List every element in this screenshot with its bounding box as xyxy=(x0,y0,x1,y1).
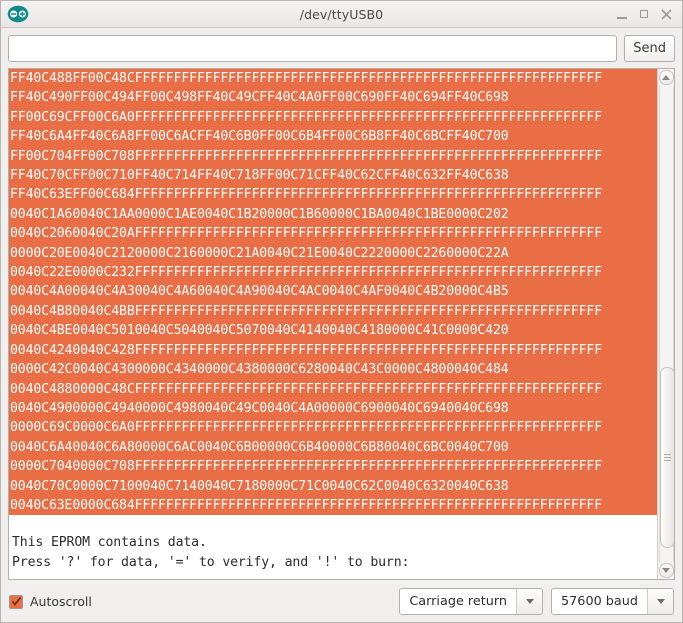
chevron-down-icon[interactable] xyxy=(516,589,543,614)
autoscroll-checkbox[interactable] xyxy=(9,594,23,609)
serial-console: FF40C488FF00C48CFFFFFFFFFFFFFFFFFFFFFFFF… xyxy=(8,68,675,580)
console-output-area[interactable]: FF40C488FF00C48CFFFFFFFFFFFFFFFFFFFFFFFF… xyxy=(9,69,657,579)
triangle-up-icon xyxy=(662,75,670,80)
maximize-icon[interactable] xyxy=(639,9,650,20)
baud-rate-select[interactable]: 57600 baud xyxy=(551,588,674,615)
line-ending-select[interactable]: Carriage return xyxy=(399,588,544,615)
autoscroll-toggle[interactable]: Autoscroll xyxy=(9,594,92,609)
serial-command-input[interactable] xyxy=(8,35,618,62)
arduino-infinity-logo-icon xyxy=(5,3,31,25)
minimize-icon[interactable] xyxy=(617,9,628,20)
console-scrollbar[interactable] xyxy=(657,69,674,579)
scroll-down-button[interactable] xyxy=(658,563,674,578)
window-title: /dev/ttyUSB0 xyxy=(299,6,384,22)
baud-rate-value: 57600 baud xyxy=(552,589,647,614)
grip-lines-icon xyxy=(663,453,671,461)
bottom-bar: Autoscroll Carriage return 57600 baud xyxy=(1,580,682,622)
autoscroll-label: Autoscroll xyxy=(30,594,92,609)
send-row: Send xyxy=(1,28,682,68)
triangle-down-icon xyxy=(662,568,670,573)
serial-monitor-window: /dev/ttyUSB0 Send FF40C488FF00C48CFFFFFF… xyxy=(0,0,683,623)
scroll-up-button[interactable] xyxy=(658,70,674,85)
title-bar: /dev/ttyUSB0 xyxy=(1,1,682,28)
window-controls xyxy=(617,8,682,20)
status-message-output: This EPROM contains data. Press '?' for … xyxy=(12,535,410,570)
send-button[interactable]: Send xyxy=(624,35,675,62)
hex-dump-output: FF40C488FF00C48CFFFFFFFFFFFFFFFFFFFFFFFF… xyxy=(9,69,657,516)
check-icon xyxy=(11,597,21,606)
line-ending-value: Carriage return xyxy=(400,589,517,614)
chevron-down-icon[interactable] xyxy=(647,589,673,614)
close-icon[interactable] xyxy=(661,8,672,20)
scrollbar-thumb[interactable] xyxy=(659,366,674,548)
scrollbar-track[interactable] xyxy=(658,86,674,562)
